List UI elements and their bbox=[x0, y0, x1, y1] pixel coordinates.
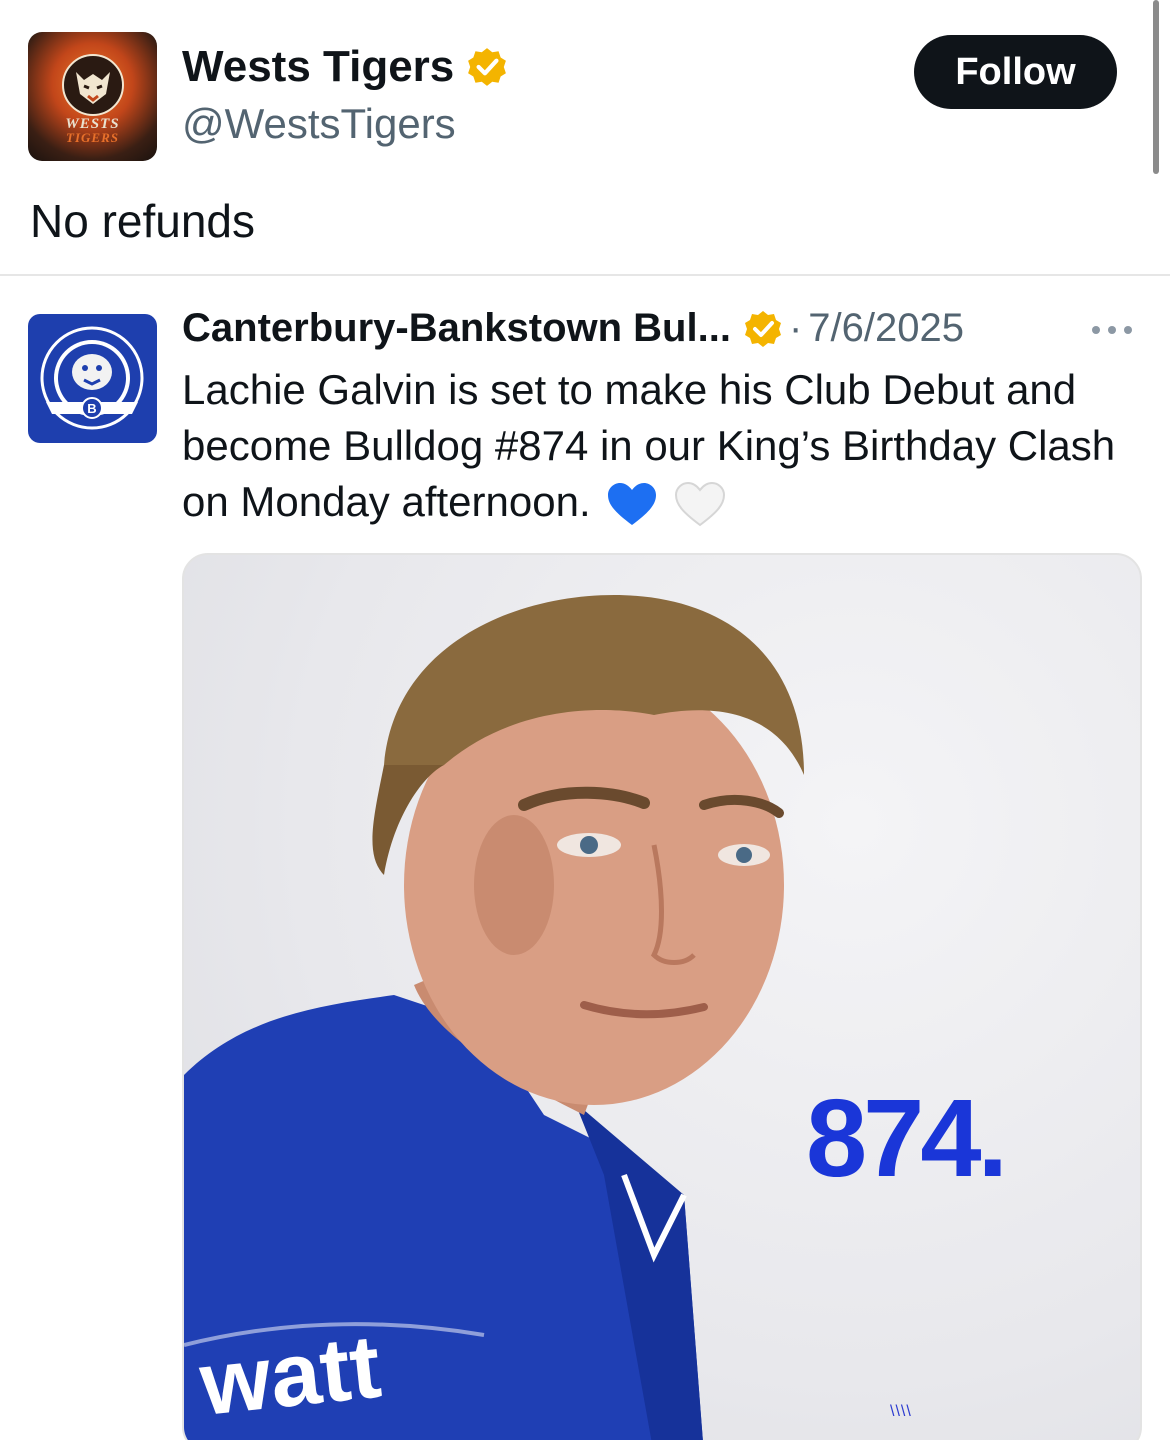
post-date[interactable]: 7/6/2025 bbox=[808, 306, 964, 351]
blue-heart-icon bbox=[608, 482, 657, 525]
white-heart-icon bbox=[674, 481, 725, 527]
verified-badge-icon bbox=[744, 310, 781, 347]
svg-text:B: B bbox=[87, 401, 96, 416]
bulldogs-logo-icon: B bbox=[40, 326, 144, 430]
quoted-post[interactable]: B Canterbury-Bankstown Bul... · 7/6/2025… bbox=[0, 276, 1170, 1440]
quoted-media-image[interactable]: watt 874. \\\\ bbox=[182, 553, 1142, 1440]
name-row: Wests Tigers bbox=[182, 42, 508, 92]
avatar-text-tigers: TIGERS bbox=[66, 130, 119, 145]
wests-tigers-avatar[interactable]: WESTS TIGERS bbox=[28, 32, 157, 161]
watermark-mark: \\\\ bbox=[890, 1403, 912, 1420]
quoted-display-name[interactable]: Canterbury-Bankstown Bul... bbox=[182, 306, 731, 351]
bulldogs-avatar[interactable]: B bbox=[28, 314, 157, 443]
display-name[interactable]: Wests Tigers bbox=[182, 42, 454, 92]
verified-badge-icon bbox=[468, 48, 507, 86]
more-icon[interactable] bbox=[1088, 324, 1136, 336]
post-header: WESTS TIGERS Wests Tigers @WestsTigers F… bbox=[0, 0, 1170, 180]
post-text: No refunds bbox=[30, 195, 256, 247]
player-photo: watt bbox=[184, 595, 804, 1440]
quoted-header: Canterbury-Bankstown Bul... · 7/6/2025 bbox=[182, 306, 964, 351]
debut-number: 874. bbox=[806, 1077, 1008, 1200]
follow-button[interactable]: Follow bbox=[914, 35, 1117, 109]
user-handle[interactable]: @WestsTigers bbox=[182, 100, 456, 148]
scrollbar[interactable] bbox=[1153, 0, 1159, 174]
tiger-logo-icon bbox=[62, 54, 124, 116]
jersey-sponsor-text: watt bbox=[195, 1317, 385, 1435]
separator-dot: · bbox=[788, 306, 803, 350]
quoted-text-block: Lachie Galvin is set to make his Club De… bbox=[182, 362, 1142, 530]
